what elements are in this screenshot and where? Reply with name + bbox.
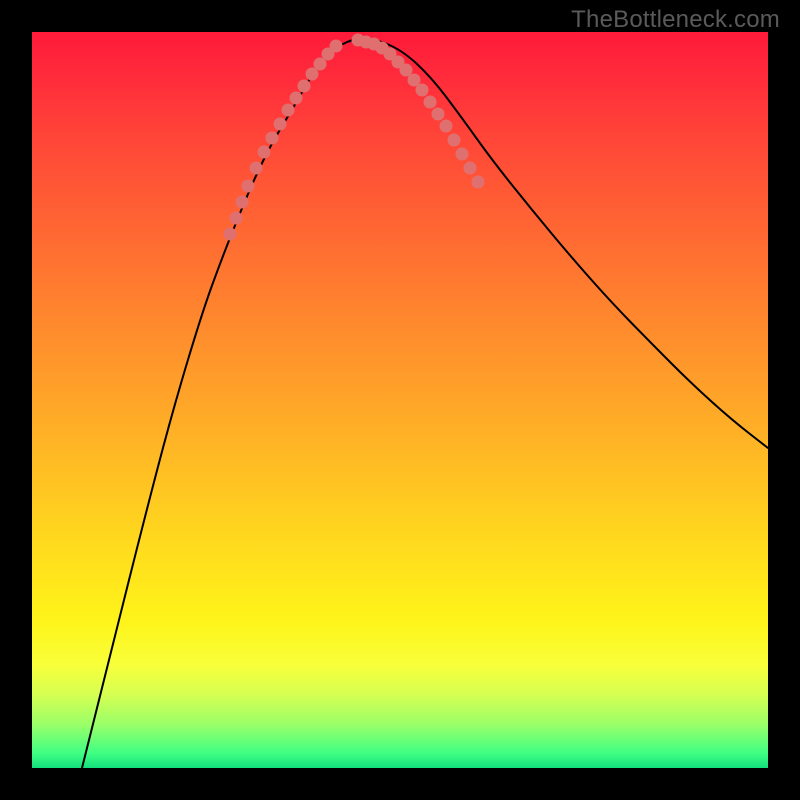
marker-dot: [424, 96, 437, 109]
marker-cluster-right: [352, 34, 485, 189]
curve-layer: [82, 38, 768, 768]
marker-dot: [266, 132, 279, 145]
marker-dot: [416, 84, 429, 97]
marker-dot: [274, 118, 287, 131]
marker-dot: [448, 134, 461, 147]
marker-dot: [258, 146, 271, 159]
marker-dot: [250, 162, 263, 175]
marker-dot: [298, 80, 311, 93]
marker-dot: [330, 40, 343, 53]
bottleneck-curve: [82, 38, 768, 768]
marker-dot: [290, 92, 303, 105]
chart-svg: [32, 32, 768, 768]
marker-dot: [472, 176, 485, 189]
marker-dot: [242, 180, 255, 193]
marker-dot: [282, 104, 295, 117]
marker-dot: [432, 108, 445, 121]
marker-dot: [236, 196, 249, 209]
marker-dot: [456, 148, 469, 161]
marker-dot: [224, 228, 237, 241]
plot-area: [32, 32, 768, 768]
marker-dot: [440, 120, 453, 133]
marker-dot: [230, 212, 243, 225]
watermark-text: TheBottleneck.com: [571, 6, 780, 34]
marker-dot: [464, 162, 477, 175]
chart-frame: TheBottleneck.com: [0, 0, 800, 800]
